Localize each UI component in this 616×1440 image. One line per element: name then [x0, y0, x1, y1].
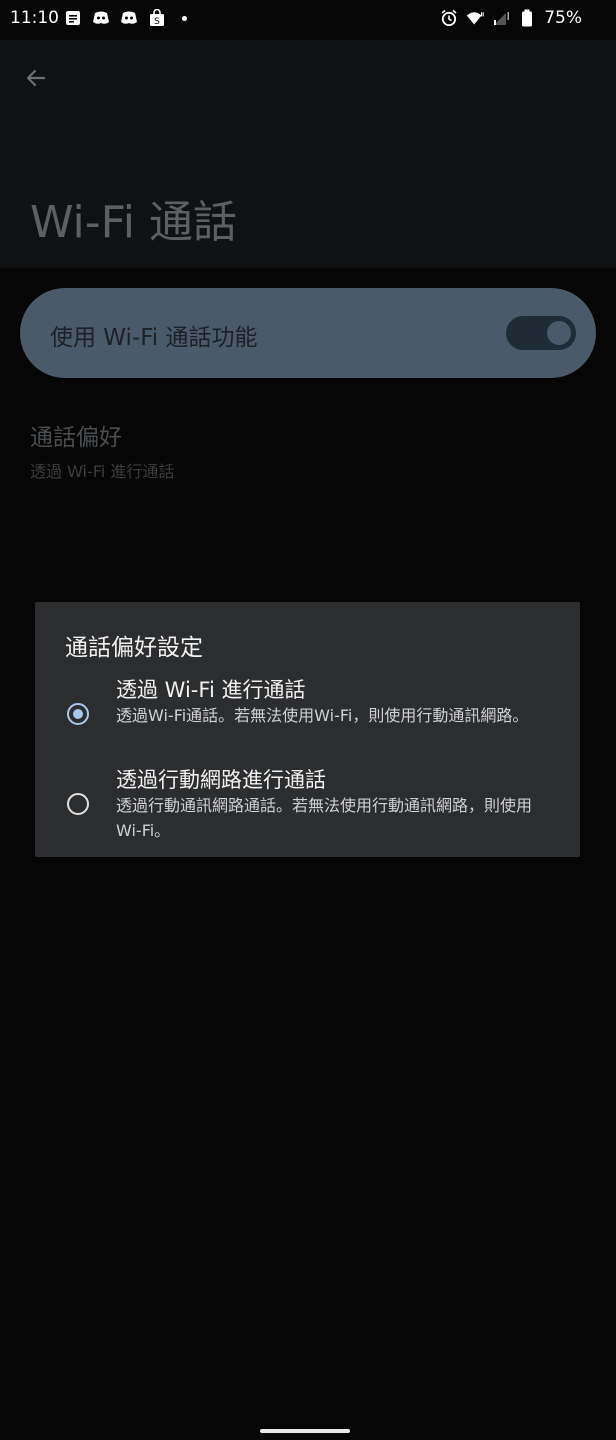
signal-icon [492, 9, 510, 27]
option-wifi-preferred[interactable]: 透過 Wi-Fi 進行通話 透過Wi-Fi通話。若無法使用Wi-Fi，則使用行動… [35, 668, 580, 756]
option-title: 透過 Wi-Fi 進行通話 [116, 678, 306, 702]
status-time: 11:10 [10, 8, 59, 28]
discord-icon [92, 9, 110, 27]
more-notifications-dot [182, 15, 187, 21]
page-title: Wi-Fi 通話 [30, 197, 237, 248]
notification-icons: S [64, 9, 187, 27]
dialog-title: 通話偏好設定 [65, 635, 203, 661]
radio-button-checked[interactable] [67, 703, 89, 725]
option-summary: 透過行動通訊網路通話。若無法使用行動通訊網路，則使用Wi-Fi。 [116, 796, 533, 840]
app-bar: Wi-Fi 通話 [0, 40, 616, 268]
gesture-navigation-bar[interactable] [260, 1429, 350, 1433]
battery-icon [518, 9, 536, 27]
alarm-icon [440, 9, 458, 27]
wifi-calling-main-switch[interactable]: 使用 Wi-Fi 通話功能 [20, 288, 596, 378]
arrow-back-icon [24, 66, 48, 94]
toggle-knob [547, 321, 571, 345]
calling-preference-item[interactable]: 通話偏好 透過 Wi-Fi 進行通話 [30, 418, 590, 484]
wifi-icon [466, 9, 484, 27]
system-icons: 75% [440, 8, 582, 28]
option-title: 透過行動網路進行通話 [116, 768, 326, 792]
svg-text:S: S [154, 17, 160, 27]
wifi-calling-toggle[interactable] [506, 316, 576, 350]
discord-icon [120, 9, 138, 27]
calling-preference-dialog: 通話偏好設定 透過 Wi-Fi 進行通話 透過Wi-Fi通話。若無法使用Wi-F… [35, 602, 580, 857]
option-summary: 透過Wi-Fi通話。若無法使用Wi-Fi，則使用行動通訊網路。 [116, 706, 529, 725]
back-button[interactable] [18, 62, 54, 98]
status-bar: 11:10 S 75% [0, 0, 616, 40]
preference-summary: 透過 Wi-Fi 進行通話 [30, 462, 175, 481]
main-switch-label: 使用 Wi-Fi 通話功能 [50, 325, 258, 351]
option-mobile-preferred[interactable]: 透過行動網路進行通話 透過行動通訊網路通話。若無法使用行動通訊網路，則使用Wi-… [35, 758, 580, 846]
battery-percentage: 75% [544, 8, 582, 28]
preference-title: 通話偏好 [30, 425, 122, 451]
radio-button-unchecked[interactable] [67, 793, 89, 815]
shopping-bag-icon: S [148, 9, 166, 27]
notes-icon [64, 9, 82, 27]
